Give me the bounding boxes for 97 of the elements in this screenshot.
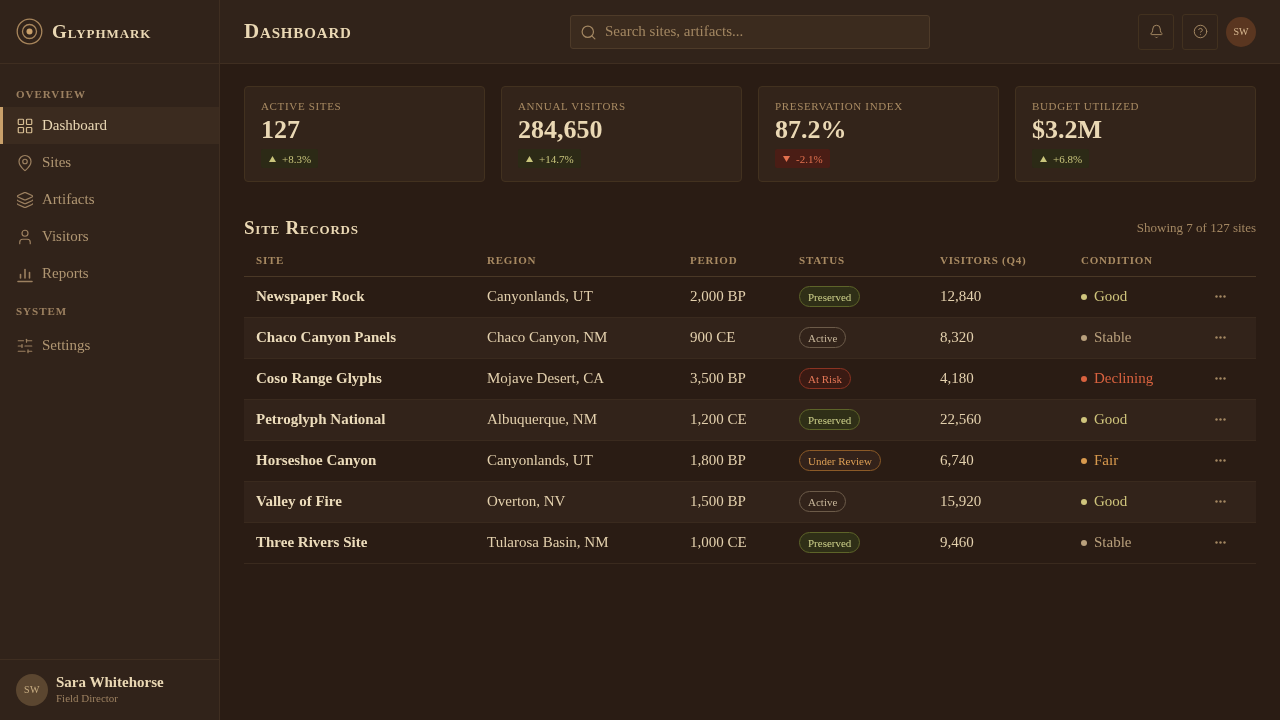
notifications-button[interactable] — [1138, 13, 1174, 50]
visitors-cell: 6,740 — [928, 440, 1069, 481]
visitors-cell: 9,460 — [928, 522, 1069, 563]
visitors-cell: 12,840 — [928, 276, 1069, 317]
stat-value: 284,650 — [518, 114, 603, 146]
site-cell: Petroglyph National — [244, 399, 475, 440]
site-cell: Horseshoe Canyon — [244, 440, 475, 481]
nav-item[interactable]: Artifacts — [0, 181, 219, 218]
visitors-cell: 15,920 — [928, 481, 1069, 522]
section-title: Site Records — [244, 217, 359, 239]
search-field[interactable]: Search sites, artifacts... — [570, 14, 930, 49]
site-cell: Newspaper Rock — [244, 276, 475, 317]
user-avatar[interactable]: SW — [1226, 16, 1256, 47]
visitors-cell: 22,560 — [928, 399, 1069, 440]
site-cell: Three Rivers Site — [244, 522, 475, 563]
nav-item[interactable]: Settings — [0, 327, 219, 364]
down-triangle-icon — [783, 155, 790, 162]
nav-item[interactable]: Reports — [0, 255, 219, 292]
trend-value: +6.8% — [1053, 152, 1083, 165]
nav-section-heading: SYSTEM — [15, 304, 69, 319]
help-icon — [1192, 24, 1208, 39]
ellipsis-icon — [1214, 541, 1226, 544]
stat-value: 127 — [261, 114, 300, 146]
grid-icon — [16, 116, 34, 135]
nav-item[interactable]: Sites — [0, 144, 219, 181]
region-cell: Albuquerque, NM — [475, 399, 678, 440]
logo-icon — [16, 18, 43, 45]
ellipsis-icon — [1214, 418, 1226, 421]
region-cell: Tularosa Basin, NM — [475, 522, 678, 563]
condition-text: Declining — [1094, 370, 1154, 387]
help-button[interactable] — [1182, 13, 1218, 50]
page-title: Dashboard — [244, 19, 353, 44]
region-cell: Chaco Canyon, NM — [475, 317, 678, 358]
visitors-cell: 8,320 — [928, 317, 1069, 358]
status-tag: At Risk — [799, 368, 851, 389]
up-triangle-icon — [269, 155, 276, 162]
nav-section-heading: OVERVIEW — [15, 87, 87, 102]
trend-value: -2.1% — [796, 152, 823, 165]
stat-value: 87.2% — [775, 114, 847, 146]
map-pin-icon — [16, 153, 34, 172]
condition-text: Stable — [1094, 329, 1132, 346]
settings-icon — [16, 336, 34, 355]
region-cell: Mojave Desert, CA — [475, 358, 678, 399]
user-role: Field Director — [56, 691, 119, 706]
period-cell: 1,000 CE — [678, 522, 787, 563]
condition-text: Stable — [1094, 534, 1132, 551]
user-name: Sara Whitehorse — [56, 673, 164, 691]
layers-icon — [16, 190, 34, 209]
condition-text: Good — [1094, 411, 1128, 428]
period-cell: 1,800 BP — [678, 440, 787, 481]
site-cell: Chaco Canyon Panels — [244, 317, 475, 358]
stat-label: ACTIVE SITES — [261, 99, 342, 113]
ellipsis-icon — [1214, 500, 1226, 503]
search-icon — [580, 23, 597, 41]
status-tag: Preserved — [799, 409, 861, 430]
up-triangle-icon — [526, 155, 533, 162]
column-header: REGION — [475, 244, 678, 276]
user-icon — [16, 227, 34, 246]
ellipsis-icon — [1214, 336, 1226, 339]
column-header: STATUS — [787, 244, 928, 276]
up-triangle-icon — [1040, 155, 1047, 162]
trend-value: +14.7% — [539, 152, 574, 165]
status-tag: Preserved — [799, 532, 861, 553]
period-cell: 1,200 CE — [678, 399, 787, 440]
nav-item[interactable]: Dashboard — [0, 107, 219, 144]
ellipsis-icon — [1214, 295, 1226, 298]
condition-text: Good — [1094, 493, 1128, 510]
stat-value: $3.2M — [1032, 114, 1103, 146]
bell-icon — [1148, 24, 1164, 39]
condition-text: Good — [1094, 288, 1128, 305]
region-cell: Overton, NV — [475, 481, 678, 522]
column-header: CONDITION — [1069, 244, 1198, 276]
ellipsis-icon — [1214, 459, 1226, 462]
site-cell: Coso Range Glyphs — [244, 358, 475, 399]
column-header: SITE — [244, 244, 475, 276]
condition-text: Fair — [1094, 452, 1119, 469]
ellipsis-icon — [1214, 377, 1226, 380]
record-count: Showing 7 of 127 sites — [1136, 220, 1256, 236]
stat-label: ANNUAL VISITORS — [518, 99, 626, 113]
period-cell: 900 CE — [678, 317, 787, 358]
region-cell: Canyonlands, UT — [475, 440, 678, 481]
stat-label: BUDGET UTILIZED — [1032, 99, 1140, 113]
column-header: VISITORS (Q4) — [928, 244, 1069, 276]
user-avatar: SW — [16, 673, 48, 706]
stat-label: PRESERVATION INDEX — [775, 99, 903, 113]
region-cell: Canyonlands, UT — [475, 276, 678, 317]
visitors-cell: 4,180 — [928, 358, 1069, 399]
nav-item[interactable]: Visitors — [0, 218, 219, 255]
period-cell: 3,500 BP — [678, 358, 787, 399]
column-header: PERIOD — [678, 244, 787, 276]
status-tag: Under Review — [799, 450, 881, 471]
site-cell: Valley of Fire — [244, 481, 475, 522]
period-cell: 1,500 BP — [678, 481, 787, 522]
brand-name: Glyphmark — [52, 20, 152, 43]
trend-value: +8.3% — [282, 152, 312, 165]
period-cell: 2,000 BP — [678, 276, 787, 317]
status-tag: Preserved — [799, 286, 861, 307]
